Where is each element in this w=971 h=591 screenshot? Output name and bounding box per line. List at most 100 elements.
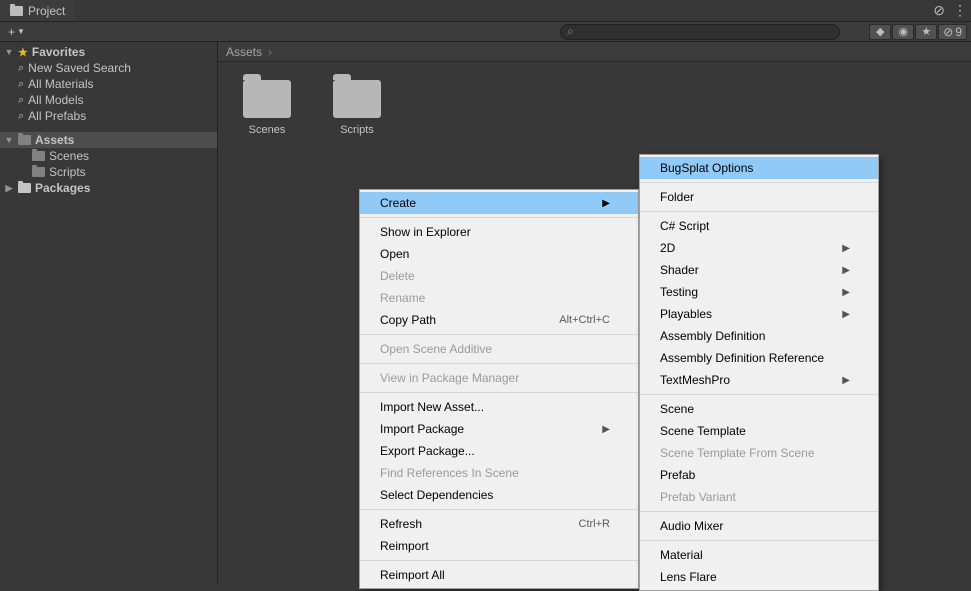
menu-refresh[interactable]: Refresh Ctrl+R: [360, 513, 638, 535]
filter-by-label-button[interactable]: ◉: [892, 24, 914, 40]
menu-bugsplat-options[interactable]: BugSplat Options: [640, 157, 878, 179]
favorites-header[interactable]: ★ Favorites: [0, 44, 217, 60]
menu-separator: [640, 182, 878, 183]
chevron-right-icon: ▶: [602, 424, 610, 435]
folder-label: Scripts: [49, 165, 86, 179]
favorite-item[interactable]: ⌕ All Prefabs: [0, 108, 217, 124]
menu-audio-mixer[interactable]: Audio Mixer: [640, 515, 878, 537]
menu-shader[interactable]: Shader ▶: [640, 259, 878, 281]
packages-header[interactable]: Packages: [0, 180, 217, 196]
folder-icon: [10, 6, 23, 16]
disclosure-icon[interactable]: [4, 135, 14, 145]
grid-label: Scenes: [249, 124, 286, 136]
menu-label: Copy Path: [380, 313, 436, 327]
menu-scene-template[interactable]: Scene Template: [640, 420, 878, 442]
menu-label: Rename: [380, 291, 425, 305]
menu-2d[interactable]: 2D ▶: [640, 237, 878, 259]
favorite-item[interactable]: ⌕ New Saved Search: [0, 60, 217, 76]
menu-folder[interactable]: Folder: [640, 186, 878, 208]
menu-export-package[interactable]: Export Package...: [360, 440, 638, 462]
menu-material[interactable]: Material: [640, 544, 878, 566]
menu-label: Lens Flare: [660, 570, 717, 584]
menu-shortcut: Ctrl+R: [579, 518, 610, 530]
menu-separator: [360, 560, 638, 561]
menu-import-package[interactable]: Import Package ▶: [360, 418, 638, 440]
menu-prefab-variant: Prefab Variant: [640, 486, 878, 508]
menu-label: Import New Asset...: [380, 400, 484, 414]
menu-separator: [360, 363, 638, 364]
menu-label: Find References In Scene: [380, 466, 519, 480]
favorites-label: Favorites: [32, 45, 85, 59]
menu-label: Select Dependencies: [380, 488, 493, 502]
chevron-right-icon: ›: [268, 45, 272, 59]
tab-title: Project: [28, 4, 65, 18]
menu-select-dependencies[interactable]: Select Dependencies: [360, 484, 638, 506]
menu-scene-template-from-scene: Scene Template From Scene: [640, 442, 878, 464]
menu-separator: [360, 509, 638, 510]
grid-item-scenes[interactable]: Scenes: [238, 80, 296, 136]
menu-textmeshpro[interactable]: TextMeshPro ▶: [640, 369, 878, 391]
favorite-label: All Prefabs: [28, 109, 86, 123]
project-tab[interactable]: Project: [0, 0, 75, 21]
menu-create[interactable]: Create ▶: [360, 192, 638, 214]
menu-separator: [360, 334, 638, 335]
menu-label: Open: [380, 247, 409, 261]
folder-item-scenes[interactable]: Scenes: [0, 148, 217, 164]
tab-bar: Project ⊘ ⋮: [0, 0, 971, 22]
menu-label: View in Package Manager: [380, 371, 519, 385]
menu-separator: [360, 217, 638, 218]
menu-assembly-definition-reference[interactable]: Assembly Definition Reference: [640, 347, 878, 369]
menu-reimport[interactable]: Reimport: [360, 535, 638, 557]
menu-label: Prefab Variant: [660, 490, 736, 504]
hidden-items-toggle[interactable]: ⊘ 9: [938, 24, 967, 40]
menu-label: Refresh: [380, 517, 422, 531]
menu-prefab[interactable]: Prefab: [640, 464, 878, 486]
menu-label: Testing: [660, 285, 698, 299]
menu-label: Open Scene Additive: [380, 342, 492, 356]
menu-label: Playables: [660, 307, 712, 321]
menu-label: Assembly Definition: [660, 329, 765, 343]
grid-item-scripts[interactable]: Scripts: [328, 80, 386, 136]
menu-icon[interactable]: ⋮: [953, 2, 967, 19]
menu-label: Export Package...: [380, 444, 475, 458]
menu-csharp-script[interactable]: C# Script: [640, 215, 878, 237]
search-input[interactable]: [560, 24, 840, 40]
breadcrumb: Assets ›: [218, 42, 971, 62]
assets-header[interactable]: Assets: [0, 132, 217, 148]
chevron-right-icon: ▶: [842, 309, 850, 320]
folder-icon: [18, 135, 31, 145]
menu-view-in-package-manager: View in Package Manager: [360, 367, 638, 389]
eye-off-icon: ⊘: [943, 25, 953, 39]
menu-label: Prefab: [660, 468, 695, 482]
menu-assembly-definition[interactable]: Assembly Definition: [640, 325, 878, 347]
menu-playables[interactable]: Playables ▶: [640, 303, 878, 325]
assets-label: Assets: [35, 133, 74, 147]
context-menu: Create ▶ Show in Explorer Open Delete Re…: [359, 189, 639, 589]
menu-lens-flare[interactable]: Lens Flare: [640, 566, 878, 588]
menu-copy-path[interactable]: Copy Path Alt+Ctrl+C: [360, 309, 638, 331]
chevron-right-icon: ▶: [842, 375, 850, 386]
menu-testing[interactable]: Testing ▶: [640, 281, 878, 303]
favorite-item[interactable]: ⌕ All Materials: [0, 76, 217, 92]
menu-show-in-explorer[interactable]: Show in Explorer: [360, 221, 638, 243]
menu-open[interactable]: Open: [360, 243, 638, 265]
chevron-right-icon: ▶: [842, 287, 850, 298]
menu-label: Scene: [660, 402, 694, 416]
disclosure-icon[interactable]: [4, 183, 14, 194]
sidebar: ★ Favorites ⌕ New Saved Search ⌕ All Mat…: [0, 42, 218, 584]
menu-separator: [360, 392, 638, 393]
add-button[interactable]: + ▼: [4, 25, 29, 39]
menu-scene[interactable]: Scene: [640, 398, 878, 420]
folder-item-scripts[interactable]: Scripts: [0, 164, 217, 180]
lock-icon[interactable]: ⊘: [933, 2, 945, 19]
favorite-item[interactable]: ⌕ All Models: [0, 92, 217, 108]
grid-label: Scripts: [340, 124, 374, 136]
menu-label: 2D: [660, 241, 675, 255]
menu-reimport-all[interactable]: Reimport All: [360, 564, 638, 586]
menu-import-new-asset[interactable]: Import New Asset...: [360, 396, 638, 418]
breadcrumb-root[interactable]: Assets: [226, 45, 262, 59]
disclosure-icon[interactable]: [4, 47, 14, 57]
filter-by-type-button[interactable]: ◆: [869, 24, 891, 40]
save-search-button[interactable]: ★: [915, 24, 937, 40]
create-submenu: BugSplat Options Folder C# Script 2D ▶ S…: [639, 154, 879, 591]
